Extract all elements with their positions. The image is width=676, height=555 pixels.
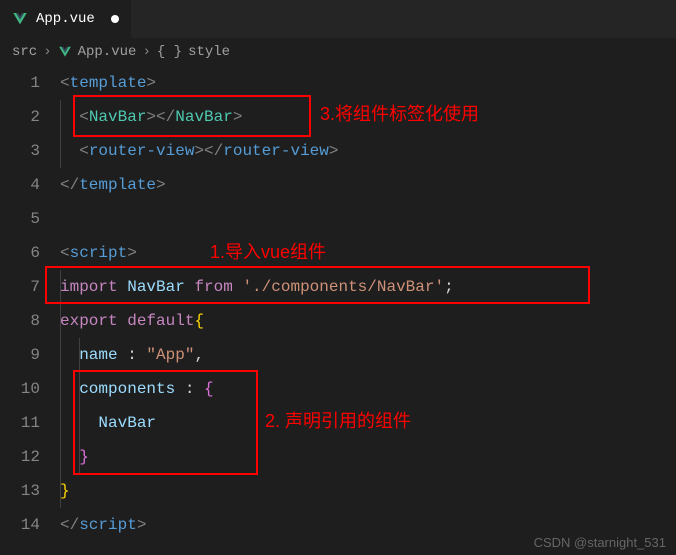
code-editor[interactable]: 1 2 3 4 5 6 7 8 9 10 11 12 13 14 <templa… bbox=[0, 66, 676, 542]
code-line[interactable]: import NavBar from './components/NavBar'… bbox=[60, 270, 676, 304]
chevron-right-icon: › bbox=[43, 44, 51, 60]
line-number: 7 bbox=[0, 270, 40, 304]
editor-tab[interactable]: App.vue bbox=[0, 0, 131, 38]
line-number: 5 bbox=[0, 202, 40, 236]
line-number: 11 bbox=[0, 406, 40, 440]
line-number: 13 bbox=[0, 474, 40, 508]
chevron-right-icon: › bbox=[142, 44, 150, 60]
modified-indicator-icon bbox=[111, 15, 119, 23]
code-line[interactable]: } bbox=[60, 474, 676, 508]
code-line[interactable]: <NavBar></NavBar> bbox=[60, 100, 676, 134]
line-number: 2 bbox=[0, 100, 40, 134]
code-line[interactable]: NavBar bbox=[60, 406, 676, 440]
line-number: 9 bbox=[0, 338, 40, 372]
breadcrumb-symbol[interactable]: style bbox=[188, 44, 230, 60]
line-number: 10 bbox=[0, 372, 40, 406]
code-line[interactable]: <script> bbox=[60, 236, 676, 270]
breadcrumb-folder[interactable]: src bbox=[12, 44, 37, 60]
code-line[interactable] bbox=[60, 202, 676, 236]
vue-icon bbox=[12, 11, 28, 27]
code-line[interactable]: } bbox=[60, 440, 676, 474]
watermark: CSDN @starnight_531 bbox=[534, 535, 666, 550]
code-line[interactable]: <template> bbox=[60, 66, 676, 100]
line-number: 4 bbox=[0, 168, 40, 202]
braces-icon: { } bbox=[157, 44, 182, 60]
code-line[interactable]: </template> bbox=[60, 168, 676, 202]
line-gutter: 1 2 3 4 5 6 7 8 9 10 11 12 13 14 bbox=[0, 66, 60, 542]
code-line[interactable]: <router-view></router-view> bbox=[60, 134, 676, 168]
code-line[interactable]: name : "App", bbox=[60, 338, 676, 372]
line-number: 8 bbox=[0, 304, 40, 338]
line-number: 1 bbox=[0, 66, 40, 100]
code-line[interactable]: components : { bbox=[60, 372, 676, 406]
code-content[interactable]: <template> <NavBar></NavBar> <router-vie… bbox=[60, 66, 676, 542]
breadcrumb[interactable]: src › App.vue › { } style bbox=[0, 38, 676, 66]
line-number: 12 bbox=[0, 440, 40, 474]
tab-bar: App.vue bbox=[0, 0, 676, 38]
breadcrumb-file[interactable]: App.vue bbox=[78, 44, 137, 60]
code-line[interactable]: export default{ bbox=[60, 304, 676, 338]
line-number: 3 bbox=[0, 134, 40, 168]
line-number: 14 bbox=[0, 508, 40, 542]
tab-title: App.vue bbox=[36, 11, 95, 27]
vue-icon bbox=[58, 45, 72, 59]
line-number: 6 bbox=[0, 236, 40, 270]
